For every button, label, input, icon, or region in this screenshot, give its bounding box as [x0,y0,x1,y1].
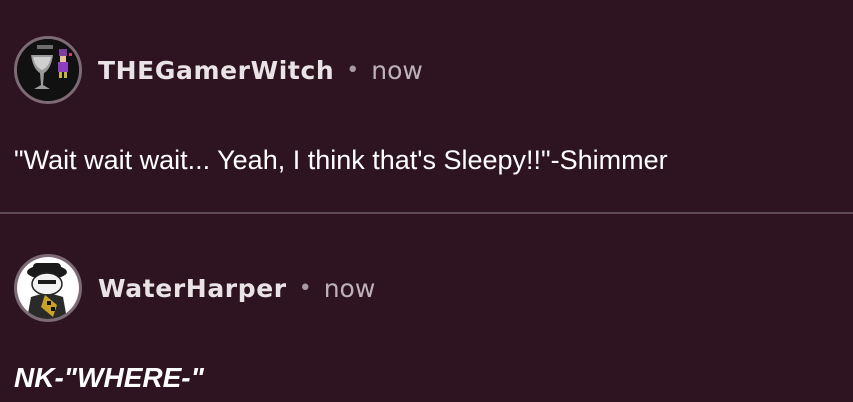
comment-username[interactable]: WaterHarper [98,274,287,303]
comment-text: NK-"WHERE-" [14,362,204,393]
avatar[interactable] [14,36,82,104]
comment-timestamp: now [323,273,376,303]
comment-item: THEGamerWitch • now "Wait wait wait... Y… [0,0,853,213]
comment-item: WaterHarper • now NK-"WHERE-" [0,214,853,402]
goblet-avatar-icon [17,39,79,101]
hatted-character-avatar-icon [17,257,79,319]
separator-dot: • [346,57,360,83]
comment-header: WaterHarper • now [14,252,375,324]
avatar[interactable] [14,254,82,322]
comment-username[interactable]: THEGamerWitch [98,56,334,85]
comment-timestamp: now [371,55,423,85]
separator-dot: • [298,275,312,301]
comment-text: "Wait wait wait... Yeah, I think that's … [14,145,668,175]
comment-header: THEGamerWitch • now [14,34,423,106]
